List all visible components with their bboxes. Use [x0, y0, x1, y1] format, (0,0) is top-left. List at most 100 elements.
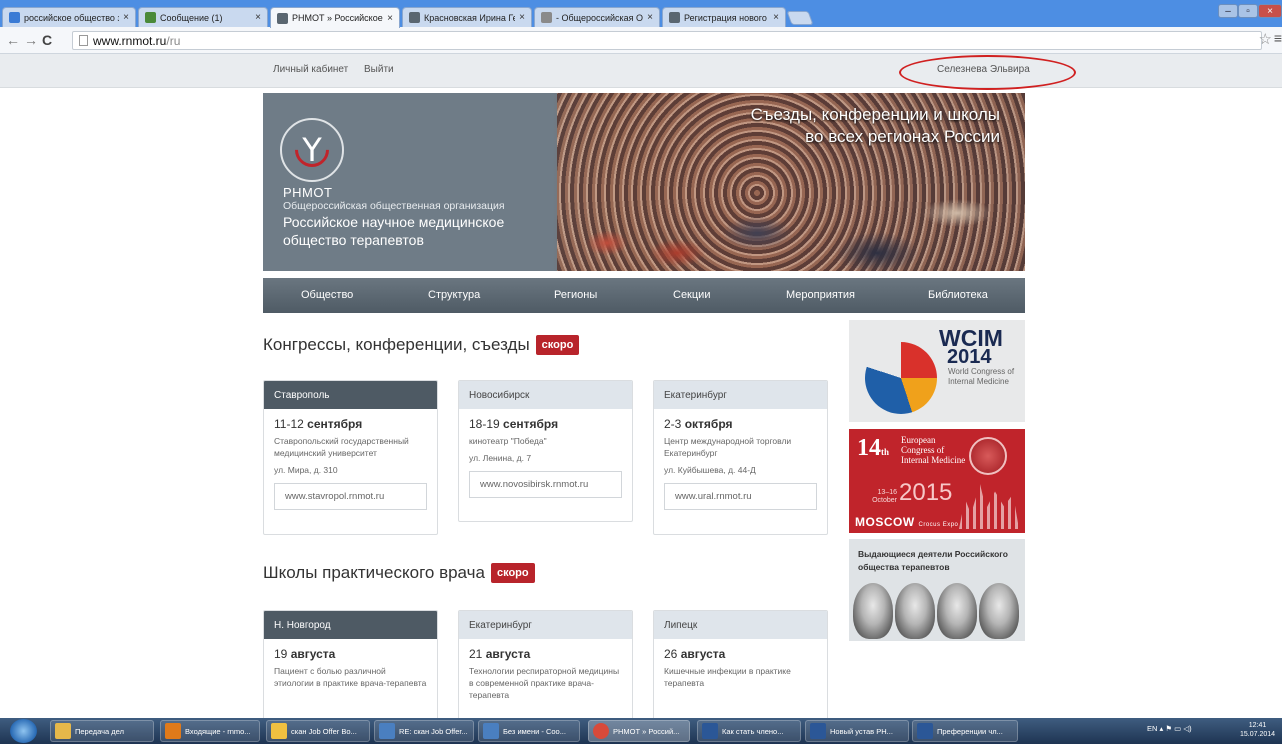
card-address: ул. Ленина, д. 7	[469, 453, 532, 463]
ecim-suffix: th	[881, 447, 890, 457]
date-days: 2-3	[664, 417, 682, 431]
org-subtitle: Общероссийская общественная организация	[283, 200, 505, 212]
nav-item-structure[interactable]: Структура	[428, 289, 480, 301]
taskbar-label: RE: скан Job Offer...	[399, 726, 468, 736]
taskbar-item[interactable]: RE: скан Job Offer...	[374, 720, 474, 742]
card-city[interactable]: Ставрополь	[264, 381, 437, 409]
minimize-button[interactable]: –	[1218, 4, 1238, 18]
card-site-link[interactable]: www.stavropol.rnmot.ru	[274, 483, 427, 510]
portraits	[853, 583, 1019, 639]
menu-icon[interactable]: ≡	[1274, 30, 1282, 46]
card-city[interactable]: Липецк	[654, 611, 827, 639]
card-topic: Технологии респираторной медицины в совр…	[469, 666, 620, 700]
taskbar-label: скан Job Offer Bo...	[291, 726, 357, 736]
ecim-venue: Crocus Expo	[918, 522, 959, 528]
card-date: 2-3 октября	[654, 409, 827, 435]
card-site-link[interactable]: www.novosibirsk.rnmot.ru	[469, 471, 622, 498]
card-date: 11-12 сентября	[264, 409, 437, 435]
card-city[interactable]: Екатеринбург	[459, 611, 632, 639]
taskbar-item[interactable]: Новый устав РН...	[805, 720, 909, 742]
congress-section-title: Конгрессы, конференции, съезды скоро	[263, 335, 580, 355]
nav-item-library[interactable]: Библиотека	[928, 289, 988, 301]
tab-close-icon[interactable]: ×	[387, 13, 393, 24]
account-link[interactable]: Личный кабинет	[273, 64, 348, 75]
nav-item-sections[interactable]: Секции	[673, 289, 710, 301]
forward-icon[interactable]: →	[24, 32, 38, 48]
taskbar-item[interactable]: Как стать члено...	[697, 720, 801, 742]
language-indicator[interactable]: EN	[1147, 724, 1157, 733]
card-city[interactable]: Новосибирск	[459, 381, 632, 409]
site-top-bar: Личный кабинет Выйти Селезнева Эльвира	[0, 54, 1282, 88]
tab-close-icon[interactable]: ×	[123, 12, 129, 23]
card-address: ул. Мира, д. 310	[274, 465, 338, 475]
wcim-logo-icon	[865, 342, 937, 414]
browser-tab[interactable]: Сообщение (1) ×	[138, 7, 268, 27]
wcim-subtitle: World Congress of Internal Medicine	[948, 367, 1015, 386]
nav-item-regions[interactable]: Регионы	[554, 289, 597, 301]
org-title: Российское научное медицинское общество …	[283, 214, 505, 248]
date-month: октября	[684, 417, 733, 431]
taskbar-label: Без имени - Соо...	[503, 726, 566, 736]
school-card: Липецк 26 августа Кишечные инфекции в пр…	[653, 610, 828, 720]
taskbar-label: РНМОТ » Россий...	[613, 726, 680, 736]
word-icon	[917, 723, 933, 739]
people-banner[interactable]: Выдающиеся деятели Российского общества …	[849, 539, 1025, 641]
tab-close-icon[interactable]: ×	[773, 12, 779, 23]
card-place: Ставропольский государственный медицинск…	[274, 436, 409, 458]
ecim-year: 2015	[899, 479, 953, 506]
school-card: Екатеринбург 21 августа Технологии респи…	[458, 610, 633, 720]
card-site-link[interactable]: www.ural.rnmot.ru	[664, 483, 817, 510]
nav-item-events[interactable]: Мероприятия	[786, 289, 855, 301]
ecim-banner[interactable]: 14th European Congress of Internal Medic…	[849, 429, 1025, 533]
tab-close-icon[interactable]: ×	[255, 12, 261, 23]
taskbar-label: Передача дел	[75, 726, 124, 736]
logout-link[interactable]: Выйти	[364, 64, 394, 75]
ecim-num: 14	[857, 435, 881, 461]
ecim-title: European Congress of Internal Medicine	[901, 435, 966, 465]
event-card: Новосибирск 18-19 сентября кинотеатр "По…	[458, 380, 633, 522]
tab-title: - Общероссийская Общ	[556, 12, 644, 23]
taskbar-item[interactable]: Преференции чл...	[912, 720, 1018, 742]
date-month: августа	[485, 647, 531, 661]
new-tab-button[interactable]	[786, 11, 814, 25]
clock-date: 15.07.2014	[1240, 731, 1276, 738]
bookmark-star-icon[interactable]: ☆	[1259, 30, 1272, 48]
tab-close-icon[interactable]: ×	[519, 12, 525, 23]
clock-time: 12:41	[1248, 722, 1267, 729]
taskbar-item-active[interactable]: РНМОТ » Россий...	[588, 720, 690, 742]
taskbar-item[interactable]: Входящие - rnmo...	[160, 720, 260, 742]
start-button[interactable]	[10, 719, 37, 743]
clock[interactable]: 12:41 15.07.2014	[1240, 721, 1275, 739]
browser-tab[interactable]: Красновская Ирина Георг ×	[402, 7, 532, 27]
nav-item-society[interactable]: Общество	[301, 289, 353, 301]
tab-close-icon[interactable]: ×	[647, 12, 653, 23]
schools-section-title: Школы практического врача скоро	[263, 563, 535, 583]
browser-tab[interactable]: российское общество за ×	[2, 7, 136, 27]
tab-favicon-icon	[145, 12, 156, 23]
tab-title: российское общество за	[24, 12, 120, 23]
date-days: 11-12	[274, 417, 304, 431]
browser-tab-active[interactable]: РНМОТ » Российское на ×	[270, 7, 400, 28]
portrait	[937, 583, 977, 639]
taskbar-item[interactable]: Передача дел	[50, 720, 154, 742]
rnmot-logo[interactable]: Y	[280, 118, 344, 182]
ecim-city: MOSCOW Crocus Expo	[855, 515, 958, 529]
address-bar[interactable]: www.rnmot.ru/ru	[72, 31, 1262, 50]
card-date: 21 августа	[459, 639, 632, 665]
browser-tab[interactable]: Регистрация нового учас ×	[662, 7, 786, 27]
folder-icon	[55, 723, 71, 739]
card-city[interactable]: Н. Новгород	[264, 611, 437, 639]
browser-tab[interactable]: - Общероссийская Общ ×	[534, 7, 660, 27]
close-window-button[interactable]: ×	[1258, 4, 1282, 18]
back-icon[interactable]: ←	[6, 32, 20, 48]
taskbar-item[interactable]: скан Job Offer Bo...	[266, 720, 370, 742]
card-place: Центр международной торговли Екатеринбур…	[664, 436, 792, 458]
tab-favicon-icon	[541, 12, 552, 23]
message-icon	[483, 723, 499, 739]
wcim-banner[interactable]: WCIM 2014 World Congress of Internal Med…	[849, 320, 1025, 422]
card-city[interactable]: Екатеринбург	[654, 381, 827, 409]
taskbar-item[interactable]: Без имени - Соо...	[478, 720, 580, 742]
maximize-button[interactable]: ▫	[1238, 4, 1258, 18]
portrait	[895, 583, 935, 639]
reload-icon[interactable]: C	[42, 32, 52, 48]
